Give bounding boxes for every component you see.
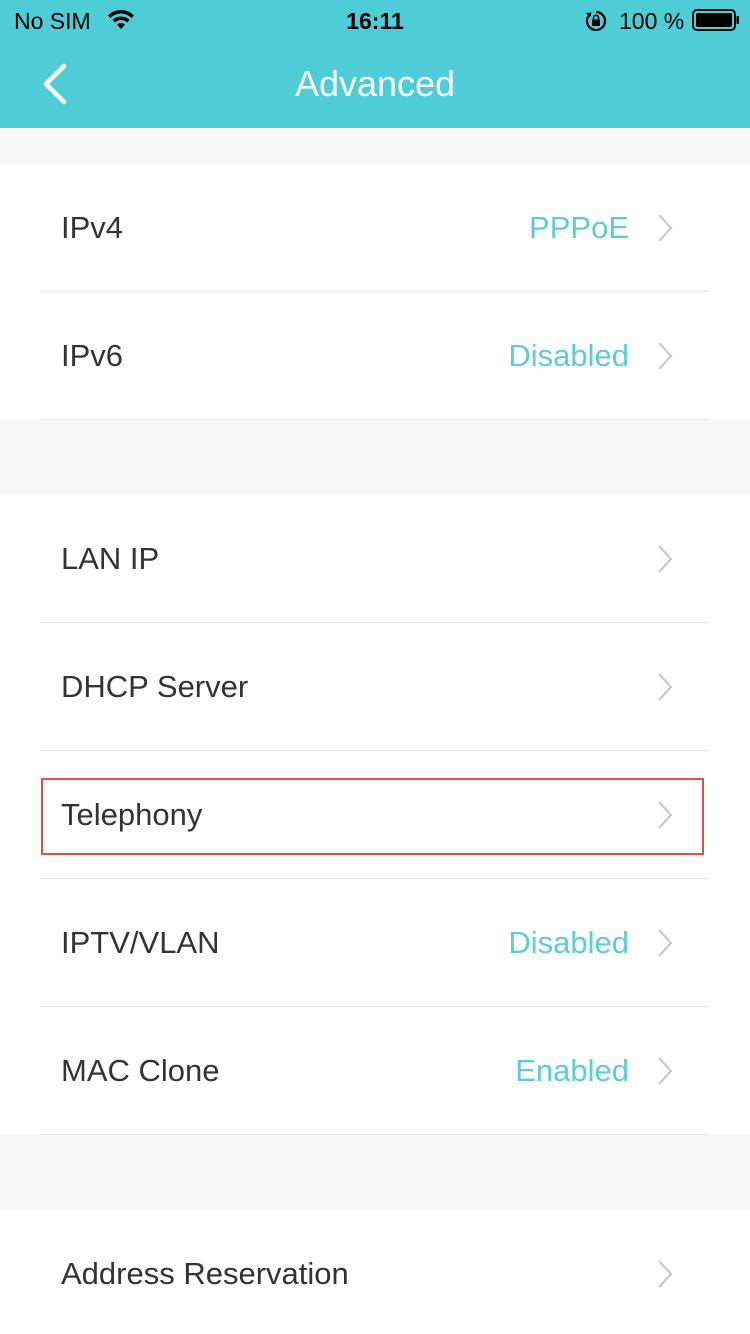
chevron-right-icon (658, 545, 673, 573)
nav-bar: Advanced (0, 40, 750, 128)
settings-group-lan: LAN IP DHCP Server Telephony IPTV/VLAN D… (0, 495, 750, 1135)
divider (40, 1134, 710, 1135)
settings-row-telephony[interactable]: Telephony (0, 751, 750, 879)
row-value: Disabled (508, 338, 629, 373)
settings-row-mac-clone[interactable]: MAC Clone Enabled (0, 1007, 750, 1135)
settings-row-ipv6[interactable]: IPv6 Disabled (0, 292, 750, 420)
chevron-right-icon (658, 1057, 673, 1085)
settings-group-wan: IPv4 PPPoE IPv6 Disabled (0, 164, 750, 420)
settings-row-dhcp-server[interactable]: DHCP Server (0, 623, 750, 751)
settings-row-lan-ip[interactable]: LAN IP (0, 495, 750, 623)
divider (40, 419, 710, 420)
settings-group-other: Address Reservation (0, 1210, 750, 1334)
chevron-right-icon (658, 1260, 673, 1288)
row-label: MAC Clone (61, 1053, 220, 1088)
row-label: IPv6 (61, 338, 124, 373)
page-title: Advanced (294, 63, 456, 104)
row-label: Telephony (61, 797, 203, 832)
orientation-lock-icon (585, 10, 607, 32)
battery-percent: 100 % (619, 8, 685, 34)
battery-icon (692, 9, 739, 31)
row-label: IPTV/VLAN (61, 925, 220, 960)
settings-row-address-reservation[interactable]: Address Reservation (0, 1210, 750, 1334)
row-value: Disabled (508, 925, 629, 960)
row-label: IPv4 (61, 210, 124, 245)
row-value: Enabled (515, 1053, 629, 1088)
chevron-right-icon (658, 801, 673, 829)
chevron-right-icon (658, 214, 673, 242)
chevron-right-icon (658, 342, 673, 370)
chevron-right-icon (658, 673, 673, 701)
row-value: PPPoE (529, 210, 629, 245)
settings-row-iptv-vlan[interactable]: IPTV/VLAN Disabled (0, 879, 750, 1007)
row-label: DHCP Server (61, 669, 249, 704)
settings-row-ipv4[interactable]: IPv4 PPPoE (0, 164, 750, 292)
row-label: Address Reservation (61, 1256, 349, 1291)
status-bar: No SIM 16:11 100 % (0, 0, 750, 40)
row-label: LAN IP (61, 541, 160, 576)
chevron-right-icon (658, 929, 673, 957)
